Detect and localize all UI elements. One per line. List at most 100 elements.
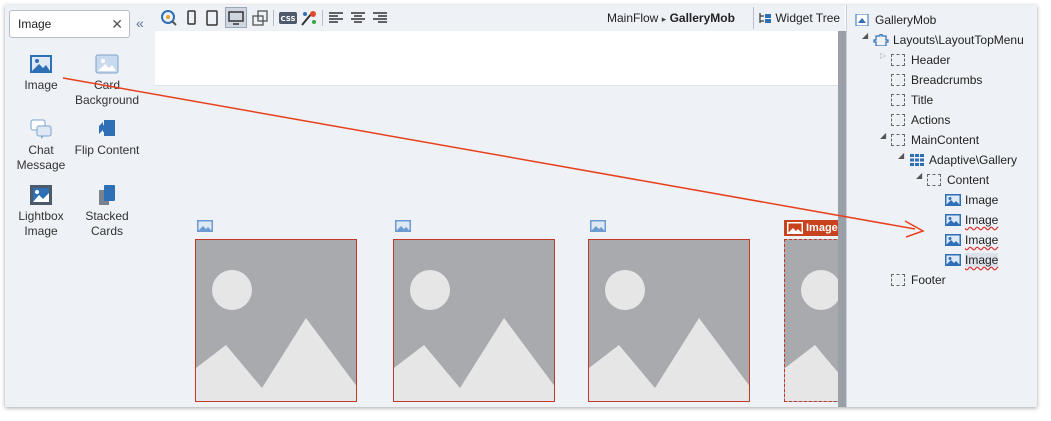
widget-label: Chat Message <box>16 143 66 172</box>
expand-arrow-icon[interactable]: ◢ <box>898 151 904 160</box>
image-icon <box>590 220 606 232</box>
selected-badge-label: Image <box>806 222 838 234</box>
image-icon <box>945 234 961 246</box>
tree-node-label: Image <box>965 253 999 267</box>
tree-node-label: Layouts\LayoutTopMenu <box>893 33 1024 47</box>
gallery-image-card[interactable] <box>393 239 555 402</box>
lightbox-icon <box>30 185 52 205</box>
widget-stacked-cards[interactable]: Stacked Cards <box>74 184 140 239</box>
phone-icon[interactable] <box>182 9 200 27</box>
tablet-icon[interactable] <box>203 9 221 27</box>
widget-chat-message[interactable]: Chat Message <box>8 118 74 173</box>
breadcrumb-screen[interactable]: GalleryMob <box>670 11 735 25</box>
tree-node-gallery[interactable]: Adaptive\Gallery <box>909 151 1017 169</box>
align-right-icon[interactable] <box>371 9 389 27</box>
breadcrumb-separator: ▸ <box>661 14 667 24</box>
css-icon[interactable]: CSS <box>279 9 297 27</box>
close-icon[interactable]: ✕ <box>111 16 123 33</box>
card-background-icon <box>95 54 119 74</box>
image-placeholder <box>589 270 749 401</box>
tree-node-image[interactable]: Image <box>945 191 998 209</box>
tree-node-label: Footer <box>911 273 946 287</box>
tree-node-breadcrumbs[interactable]: Breadcrumbs <box>891 71 982 89</box>
image-icon <box>30 55 52 73</box>
tree-node-image[interactable]: Image <box>945 231 998 249</box>
align-center-icon[interactable] <box>349 9 367 27</box>
tree-node-title[interactable]: Title <box>891 91 933 109</box>
placeholder-icon <box>891 114 905 126</box>
placeholder-icon <box>891 74 905 86</box>
widget-palette: ✕ « Image Card Background Chat Message F… <box>5 5 156 407</box>
tree-node-maincontent[interactable]: MainContent <box>891 131 979 149</box>
canvas-scrollbar[interactable] <box>838 31 846 407</box>
theme-palette-icon[interactable] <box>300 9 318 27</box>
tree-node-image[interactable]: Image <box>945 211 998 229</box>
breadcrumb-flow[interactable]: MainFlow <box>607 11 658 25</box>
expand-arrow-icon[interactable]: ◢ <box>916 171 922 180</box>
expand-arrow-icon[interactable]: ◢ <box>880 131 886 140</box>
tree-node-label: Image <box>965 213 999 227</box>
image-icon <box>395 220 411 232</box>
block-icon <box>873 34 889 46</box>
svg-text:CSS: CSS <box>280 15 295 23</box>
placeholder-icon <box>891 134 905 146</box>
placeholder-icon <box>891 54 905 66</box>
widget-search-input[interactable] <box>18 17 108 31</box>
widget-card-background[interactable]: Card Background <box>74 53 140 108</box>
placeholder-icon <box>891 274 905 286</box>
gallery-image-card[interactable] <box>195 239 357 402</box>
placeholder-icon <box>891 94 905 106</box>
tree-node-label: Header <box>911 53 951 67</box>
image-icon <box>945 254 961 266</box>
tree-node-label: GalleryMob <box>875 13 937 27</box>
chat-icon <box>30 119 52 139</box>
tree-node-image-selected[interactable]: Image <box>945 251 999 269</box>
design-canvas[interactable]: Image <box>155 31 838 407</box>
tree-node-layout[interactable]: Layouts\LayoutTopMenu <box>873 31 1024 49</box>
widget-label: Image <box>24 78 58 92</box>
gallery-image-card-selected[interactable] <box>784 239 838 402</box>
app-window: ✕ « Image Card Background Chat Message F… <box>5 5 1037 407</box>
tree-node-label: Content <box>947 173 990 187</box>
selected-widget-badge: Image <box>784 220 838 236</box>
widget-tree-panel: GalleryMob ◢ Layouts\LayoutTopMenu ▷ Hea… <box>846 5 1037 407</box>
widget-lightbox-image[interactable]: Lightbox Image <box>8 184 74 239</box>
image-icon <box>787 222 803 234</box>
widget-label: Lightbox Image <box>18 209 64 238</box>
align-left-icon[interactable] <box>327 9 345 27</box>
screen-icon <box>855 14 869 26</box>
image-icon <box>945 194 961 206</box>
canvas-header-area <box>155 31 838 86</box>
desktop-icon[interactable] <box>227 9 245 27</box>
widget-image[interactable]: Image <box>8 53 74 93</box>
tree-node-content[interactable]: Content <box>927 171 989 189</box>
editor-toolbar: CSS MainFlow ▸ GalleryMob Widget Tree <box>155 5 845 32</box>
widget-label: Card Background <box>74 78 140 107</box>
tree-node-root[interactable]: GalleryMob <box>855 11 936 29</box>
tree-node-actions[interactable]: Actions <box>891 111 950 129</box>
tree-node-label: Image <box>965 193 999 207</box>
tree-node-label: Image <box>965 233 999 247</box>
widget-tree-tab-label: Widget Tree <box>775 11 841 25</box>
tree-node-footer[interactable]: Footer <box>891 271 946 289</box>
preview-icon[interactable] <box>160 9 178 27</box>
double-chevron-left-icon[interactable]: « <box>136 15 144 31</box>
breadcrumb: MainFlow ▸ GalleryMob <box>607 11 735 25</box>
tree-node-label: Adaptive\Gallery <box>929 153 1018 167</box>
stacked-cards-icon <box>99 185 115 205</box>
tree-node-label: Title <box>911 93 934 107</box>
gallery-image-card[interactable] <box>588 239 750 402</box>
placeholder-icon <box>927 174 941 186</box>
tree-node-label: Breadcrumbs <box>911 73 983 87</box>
widget-label: Stacked Cards <box>85 209 129 238</box>
expand-arrow-icon[interactable]: ◢ <box>862 31 868 40</box>
screen-rotate-icon[interactable] <box>251 9 269 27</box>
tab-widget-tree[interactable]: Widget Tree <box>758 11 840 25</box>
tree-node-label: Actions <box>911 113 951 127</box>
widget-flip-content[interactable]: Flip Content <box>74 118 140 158</box>
tree-node-label: MainContent <box>911 133 980 147</box>
tree-node-header[interactable]: Header <box>891 51 950 69</box>
widget-search-box[interactable]: ✕ <box>9 10 130 38</box>
collapse-arrow-icon[interactable]: ▷ <box>880 51 886 60</box>
widget-label: Flip Content <box>74 143 140 157</box>
